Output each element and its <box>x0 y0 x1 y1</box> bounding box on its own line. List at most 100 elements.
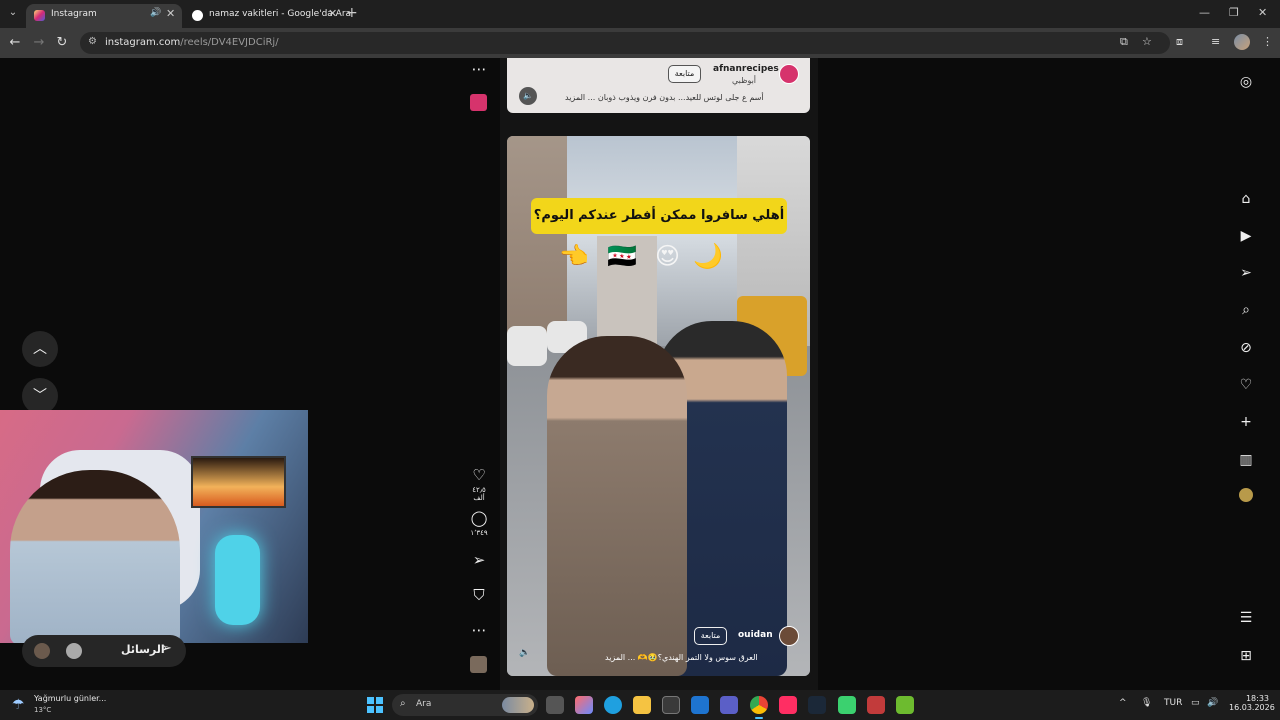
more-options-top[interactable]: ⋯ <box>470 60 488 78</box>
clock[interactable]: 18:33 16.03.2026 <box>1229 694 1275 712</box>
teams-icon[interactable] <box>720 696 738 714</box>
tab-google-search[interactable]: namaz vakitleri - Google'da Ara ✕ <box>184 4 351 28</box>
time: 18:33 <box>1245 694 1269 703</box>
steam-icon[interactable] <box>808 696 826 714</box>
reel-caption[interactable]: العرق سوس ولا التمر الهندي؟🥹🫶 ... المزيد <box>605 653 758 662</box>
heart-icon[interactable]: ♡ <box>470 466 488 484</box>
nvidia-icon[interactable] <box>896 696 914 714</box>
previous-reel-button[interactable]: ︿ <box>22 331 58 367</box>
dashboard-icon[interactable]: ▥ <box>1236 450 1256 470</box>
instagram-logo-icon[interactable]: ◎ <box>1236 72 1256 92</box>
browser-toolbar: ← → ↻ ⚙ instagram.com/reels/DV4EVJDCiRj/… <box>0 28 1280 58</box>
mute-icon[interactable]: 🔈 <box>519 648 530 658</box>
avatar <box>66 643 82 659</box>
site-info-icon[interactable]: ⚙ <box>88 36 97 47</box>
tf-app-icon[interactable] <box>867 696 885 714</box>
address-bar[interactable]: ⚙ instagram.com/reels/DV4EVJDCiRj/ <box>80 32 1170 54</box>
menu-icon[interactable]: ⋮ <box>1262 35 1273 48</box>
bookmark-icon[interactable]: ⛉ <box>470 586 488 604</box>
search-icon[interactable]: ⌕ <box>1236 300 1256 320</box>
save-action[interactable]: ⛉ <box>470 586 488 604</box>
start-button[interactable] <box>367 697 383 713</box>
share-action[interactable]: ➢ <box>470 551 488 569</box>
windows-logo-icon <box>367 697 374 704</box>
tab-title: Instagram <box>51 9 97 19</box>
edge-icon[interactable] <box>604 696 622 714</box>
weather-text[interactable]: Yağmurlu günler... <box>34 694 106 703</box>
task-view-icon[interactable] <box>546 696 564 714</box>
avatar[interactable] <box>779 64 799 84</box>
profile-avatar[interactable] <box>1236 488 1256 508</box>
audio-thumbnail[interactable] <box>470 656 487 673</box>
chevron-up-icon[interactable]: ^ <box>1119 698 1127 708</box>
home-icon[interactable]: ⌂ <box>1236 189 1256 209</box>
search-placeholder: Ara <box>416 699 432 709</box>
volume-icon[interactable]: 🔊 <box>1207 698 1218 708</box>
rain-cloud-icon[interactable]: ☂ <box>12 697 25 713</box>
outlook-icon[interactable] <box>691 696 709 714</box>
copilot-icon[interactable] <box>575 696 593 714</box>
file-explorer-icon[interactable] <box>633 696 651 714</box>
tab-instagram[interactable]: Instagram 🔊 ✕ <box>26 4 182 28</box>
url-text: instagram.com/reels/DV4EVJDCiRj/ <box>105 37 279 48</box>
messages-icon[interactable]: ➢ <box>1236 263 1256 283</box>
reel-caption[interactable]: أسم ع جلى لوتس للعيد... بدون فرن ويذوب ذ… <box>565 93 764 102</box>
heart-eyes-emoji: 😍 <box>655 242 681 270</box>
speaker-icon[interactable]: 🔊 <box>150 8 161 18</box>
temperature[interactable]: 13°C <box>34 706 51 714</box>
reel-location[interactable]: أبوظبي <box>732 76 756 85</box>
profile-avatar[interactable] <box>1234 34 1250 50</box>
notifications-heart-icon[interactable]: ♡ <box>1236 375 1256 395</box>
follow-button[interactable]: متابعة <box>668 65 701 83</box>
more-icon[interactable]: ⋯ <box>470 621 488 639</box>
back-icon[interactable]: ← <box>6 34 24 52</box>
reload-icon[interactable]: ↻ <box>53 34 71 52</box>
chrome-icon[interactable] <box>750 696 768 719</box>
taskbar-search[interactable]: ⌕ Ara <box>392 694 538 716</box>
next-reel-button[interactable]: ﹀ <box>22 378 58 414</box>
bookmark-star-icon[interactable]: ☆ <box>1142 35 1152 48</box>
explore-compass-icon[interactable]: ⊘ <box>1236 338 1256 358</box>
reels-icon[interactable]: ▶ <box>1236 226 1256 246</box>
avatar[interactable] <box>779 626 799 646</box>
new-tab-icon[interactable]: + <box>346 5 358 21</box>
close-window-icon[interactable]: ✕ <box>1258 6 1267 19</box>
reel-username[interactable]: ouidan <box>738 630 773 640</box>
close-tab-icon[interactable]: ✕ <box>166 7 175 20</box>
close-tab-icon[interactable]: ✕ <box>328 7 337 20</box>
tiktok-icon[interactable] <box>779 696 797 714</box>
comment-count: ١٬٣٤٩ <box>470 529 488 537</box>
chat-app-icon[interactable] <box>838 696 856 714</box>
follow-button[interactable]: متابعة <box>694 627 727 645</box>
mute-icon[interactable]: 🔈 <box>519 87 537 105</box>
video-text-banner: أهلي سافروا ممكن أفطر عندكم اليوم؟ <box>531 198 787 234</box>
previous-reel[interactable]: afnanrecipes أبوظبي متابعة أسم ع جلى لوت… <box>507 58 810 113</box>
more-options[interactable]: ⋯ <box>470 621 488 639</box>
like-count: ٤٢٫٥ ألف <box>472 486 486 502</box>
minimize-icon[interactable]: — <box>1199 6 1210 19</box>
forward-icon[interactable]: → <box>30 34 48 52</box>
restore-icon[interactable]: ❐ <box>1229 6 1239 19</box>
windows-taskbar: ☂ Yağmurlu günler... 13°C ⌕ Ara ^ 🎙 TUR … <box>0 690 1280 720</box>
language-indicator[interactable]: TUR <box>1164 698 1182 708</box>
instagram-favicon-icon <box>34 10 45 21</box>
reel-username[interactable]: afnanrecipes <box>713 64 779 74</box>
more-menu-icon[interactable]: ☰ <box>1236 608 1256 628</box>
current-reel-video[interactable]: أهلي سافروا ممكن أفطر عندكم اليوم؟ 👈 🇸🇾 … <box>507 136 810 676</box>
audio-thumbnail-top[interactable] <box>470 94 487 111</box>
send-icon[interactable]: ➢ <box>470 551 488 569</box>
messages-button[interactable]: الرسائل ➢ <box>22 635 186 667</box>
tab-search-button[interactable]: ⌄ <box>4 4 22 22</box>
network-icon[interactable]: ▭ <box>1191 698 1200 708</box>
also-from-meta-icon[interactable]: ⊞ <box>1236 646 1256 666</box>
store-icon[interactable] <box>662 696 680 714</box>
cast-icon[interactable]: ⧉ <box>1120 35 1128 49</box>
more-icon[interactable]: ⋯ <box>470 60 488 78</box>
like-action[interactable]: ♡ ٤٢٫٥ ألف <box>470 466 488 502</box>
comment-icon[interactable]: ◯ <box>470 509 488 527</box>
create-plus-icon[interactable]: + <box>1236 412 1256 432</box>
microphone-icon[interactable]: 🎙 <box>1141 698 1152 708</box>
comment-action[interactable]: ◯ ١٬٣٤٩ <box>470 509 488 537</box>
extensions-icon[interactable]: ⧈ <box>1176 35 1183 49</box>
media-icon[interactable]: ≡ <box>1211 35 1220 48</box>
